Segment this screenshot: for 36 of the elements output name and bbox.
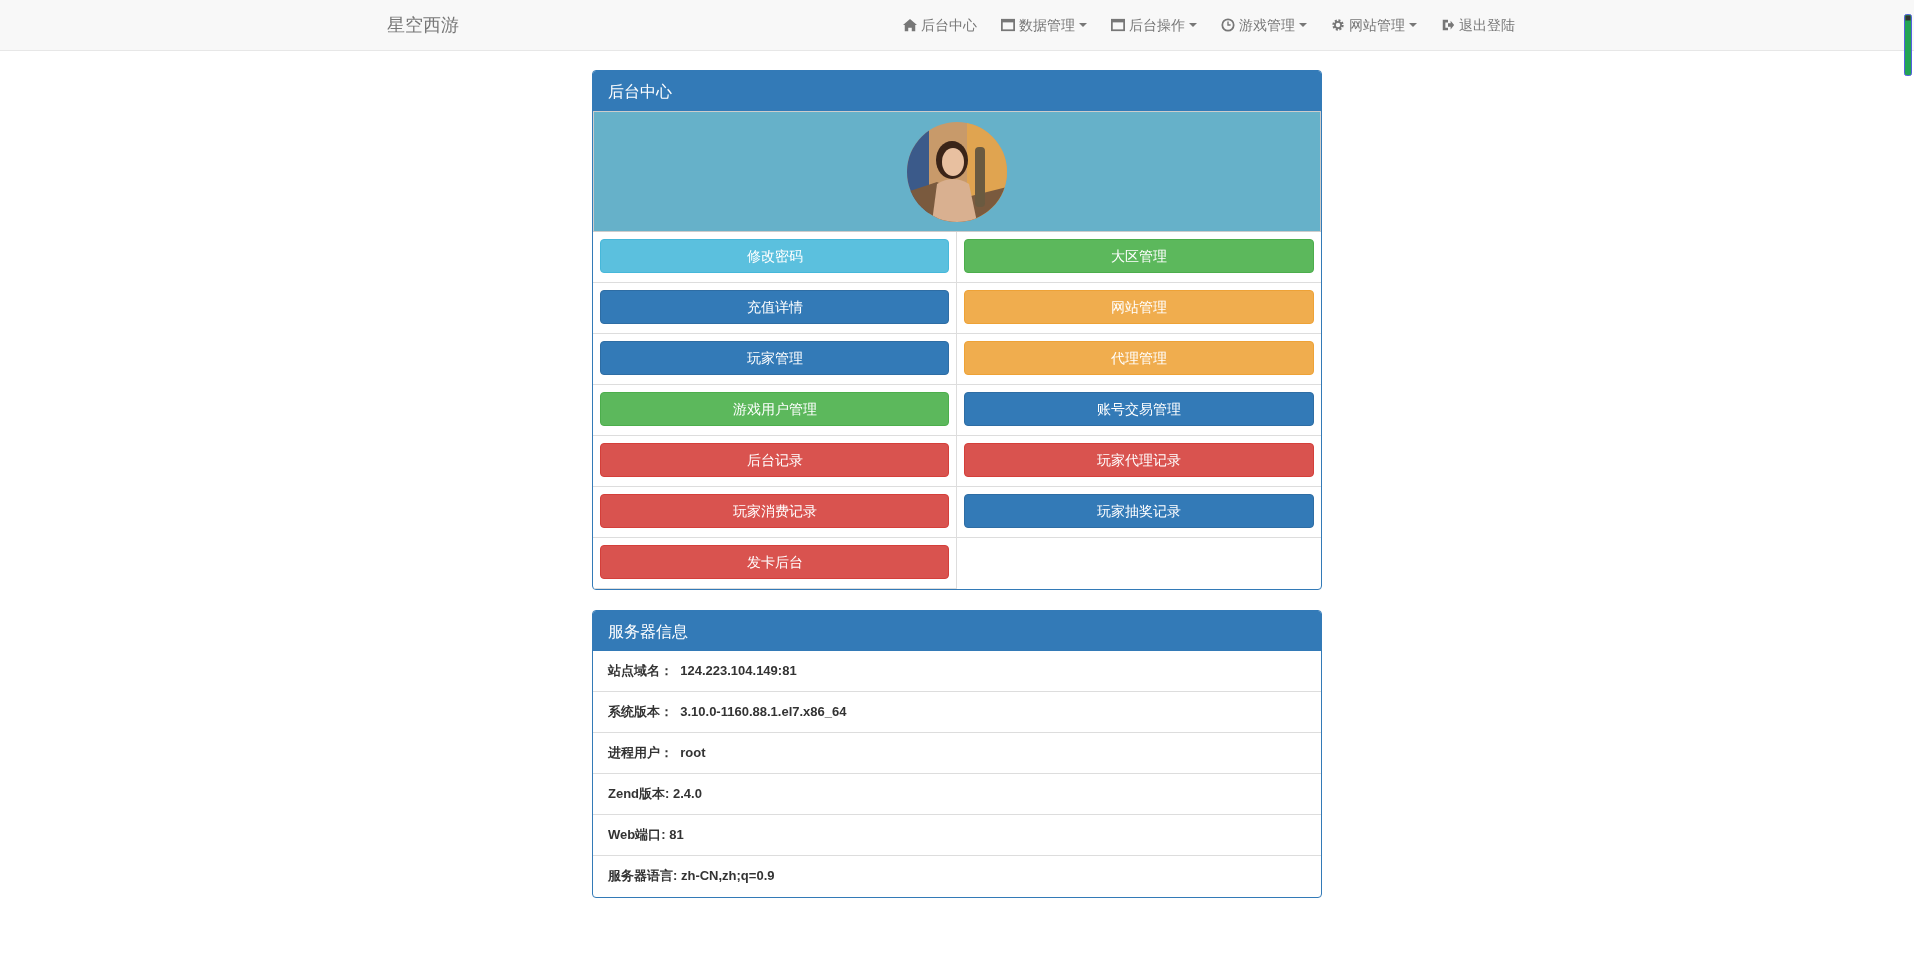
menu-button[interactable]: 账号交易管理	[964, 392, 1314, 426]
nav-dropdown[interactable]: 网站管理	[1319, 0, 1429, 50]
caret-icon	[1079, 23, 1087, 27]
info-row: 进程用户： root	[593, 733, 1321, 774]
caret-icon	[1189, 23, 1197, 27]
menu-button[interactable]: 发卡后台	[600, 545, 949, 579]
brand-title[interactable]: 星空西游	[387, 11, 459, 39]
info-row: Web端口: 81	[593, 815, 1321, 856]
info-row: Zend版本: 2.4.0	[593, 774, 1321, 815]
nav-dropdown[interactable]: 后台操作	[1099, 0, 1209, 50]
window-icon	[1001, 18, 1015, 32]
menu-button[interactable]: 充值详情	[600, 290, 949, 324]
menu-button[interactable]: 玩家管理	[600, 341, 949, 375]
panel-title: 服务器信息	[593, 611, 1321, 651]
caret-icon	[1409, 23, 1417, 27]
menu-button[interactable]: 大区管理	[964, 239, 1314, 273]
info-row: 系统版本： 3.10.0-1160.88.1.el7.x86_64	[593, 692, 1321, 733]
menu-button[interactable]: 游戏用户管理	[600, 392, 949, 426]
menu-button[interactable]: 玩家代理记录	[964, 443, 1314, 477]
meter-icon	[1904, 14, 1912, 76]
menu-button[interactable]: 后台记录	[600, 443, 949, 477]
info-row: 站点域名： 124.223.104.149:81	[593, 651, 1321, 692]
clock-icon	[1221, 18, 1235, 32]
home-icon	[903, 18, 917, 32]
nav-link[interactable]: 退出登陆	[1429, 0, 1527, 50]
info-row-text: 服务器语言: zh-CN,zh;q=0.9	[607, 867, 776, 885]
nav-dropdown[interactable]: 游戏管理	[1209, 0, 1319, 50]
caret-icon	[1299, 23, 1307, 27]
nav-dropdown[interactable]: 数据管理	[989, 0, 1099, 50]
panel-title: 后台中心	[593, 71, 1321, 111]
menu-button[interactable]: 玩家抽奖记录	[964, 494, 1314, 528]
nav-link[interactable]: 后台中心	[891, 0, 989, 50]
menu-button[interactable]: 玩家消费记录	[600, 494, 949, 528]
window-icon	[1111, 18, 1125, 32]
logout-icon	[1441, 18, 1455, 32]
settings-icon	[1331, 18, 1345, 32]
